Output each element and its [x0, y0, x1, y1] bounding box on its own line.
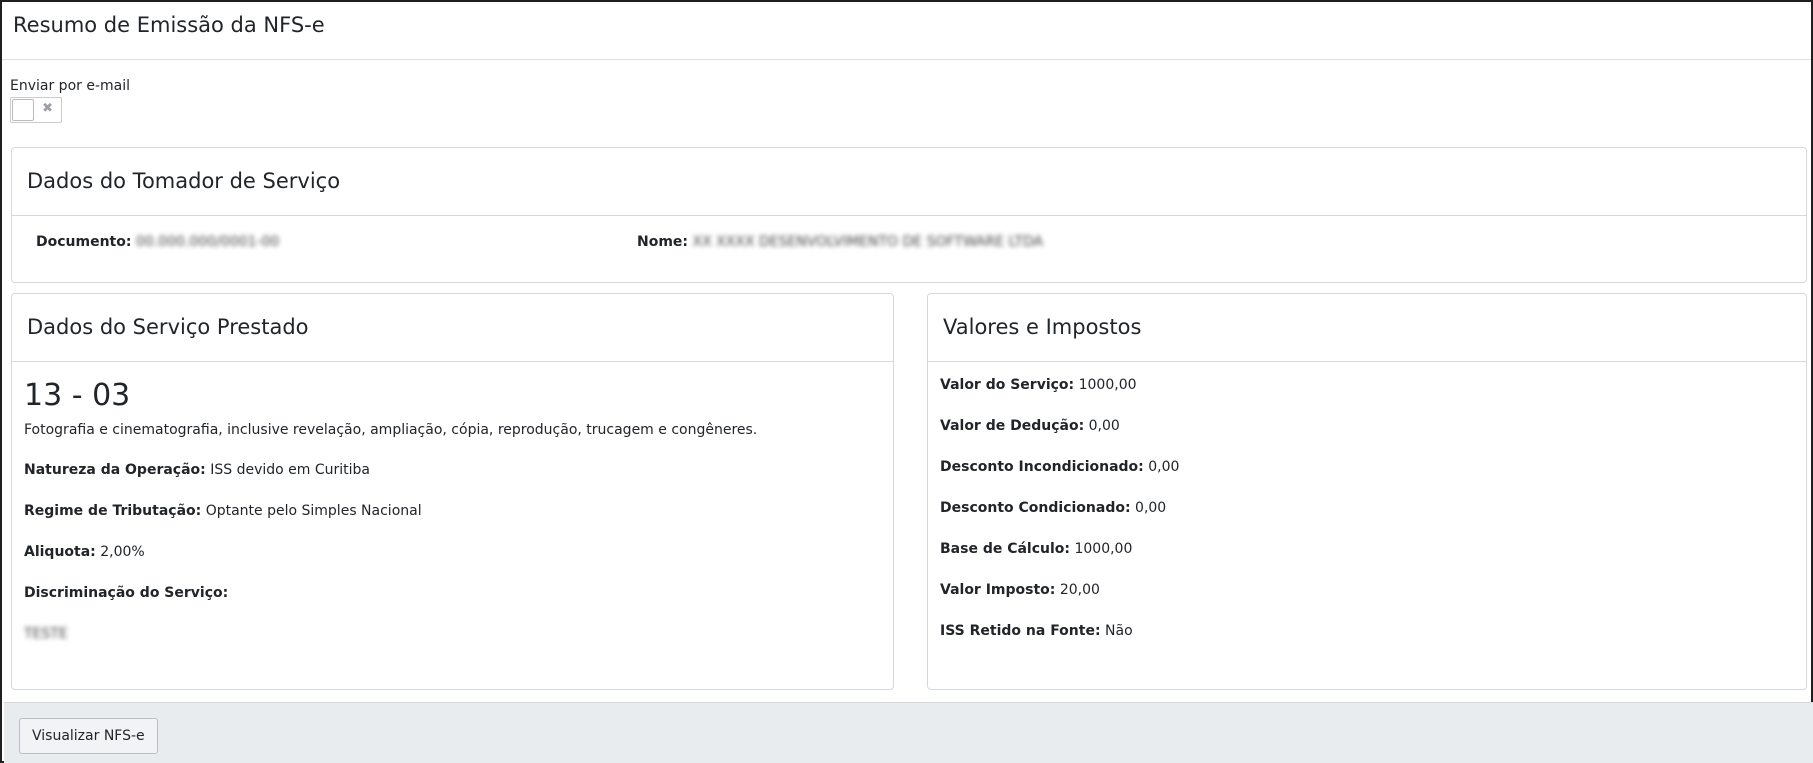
service-code: 13 - 03	[24, 378, 131, 413]
base-calculo-field: Base de Cálculo: 1000,00	[940, 539, 1794, 559]
documento-value: 00.000.000/0001-00	[135, 234, 280, 250]
nome-field: Nome: XX XXXX DESENVOLVIMENTO DE SOFTWAR…	[637, 232, 1043, 252]
iss-retido-value: Não	[1105, 623, 1133, 639]
nfse-summary-modal: Resumo de Emissão da NFS-e Enviar por e-…	[0, 0, 1813, 763]
servico-card: Dados do Serviço Prestado 13 - 03 Fotogr…	[11, 293, 894, 690]
service-description: Fotografia e cinematografia, inclusive r…	[24, 422, 758, 438]
valor-imposto-field: Valor Imposto: 20,00	[940, 580, 1794, 600]
view-nfse-button[interactable]: Visualizar NFS-e	[19, 718, 158, 754]
valores-title: Valores e Impostos	[943, 315, 1142, 339]
aliquota-field: Aliquota: 2,00%	[24, 542, 881, 562]
regime-value: Optante pelo Simples Nacional	[205, 503, 422, 519]
desconto-condicionado-field: Desconto Condicionado: 0,00	[940, 498, 1794, 518]
valor-imposto-label: Valor Imposto:	[940, 582, 1056, 598]
desconto-condicionado-value: 0,00	[1135, 500, 1167, 516]
tomador-card-header: Dados do Tomador de Serviço	[12, 148, 1806, 216]
aliquota-value: 2,00%	[100, 544, 145, 560]
valores-card: Valores e Impostos Valor do Serviço: 100…	[927, 293, 1807, 690]
regime-field: Regime de Tributação: Optante pelo Simpl…	[24, 501, 881, 521]
desconto-incondicionado-label: Desconto Incondicionado:	[940, 459, 1144, 475]
valores-card-body: Valor do Serviço: 1000,00 Valor de Deduç…	[928, 362, 1806, 678]
close-icon: ✖	[42, 101, 53, 116]
tomador-card: Dados do Tomador de Serviço Documento: 0…	[11, 147, 1807, 283]
desconto-incondicionado-value: 0,00	[1148, 459, 1180, 475]
modal-header: Resumo de Emissão da NFS-e	[2, 2, 1811, 60]
iss-retido-field: ISS Retido na Fonte: Não	[940, 621, 1794, 641]
iss-retido-label: ISS Retido na Fonte:	[940, 623, 1101, 639]
documento-label: Documento:	[36, 234, 132, 250]
valores-card-header: Valores e Impostos	[928, 294, 1806, 362]
send-email-toggle[interactable]: ✖	[10, 97, 62, 123]
tomador-card-body: Documento: 00.000.000/0001-00 Nome: XX X…	[12, 216, 1806, 274]
email-toggle-group: Enviar por e-mail ✖	[10, 78, 130, 123]
tomador-title: Dados do Tomador de Serviço	[27, 169, 341, 193]
discriminacao-label: Discriminação do Serviço:	[24, 585, 229, 601]
valor-imposto-value: 20,00	[1059, 582, 1100, 598]
regime-label: Regime de Tributação:	[24, 503, 202, 519]
servico-card-header: Dados do Serviço Prestado	[12, 294, 893, 362]
discriminacao-value: TESTE	[24, 626, 68, 642]
email-toggle-label: Enviar por e-mail	[10, 78, 130, 94]
desconto-incondicionado-field: Desconto Incondicionado: 0,00	[940, 457, 1794, 477]
documento-field: Documento: 00.000.000/0001-00	[36, 232, 279, 252]
nome-label: Nome:	[637, 234, 689, 250]
servico-title: Dados do Serviço Prestado	[27, 315, 309, 339]
valor-servico-value: 1000,00	[1078, 377, 1137, 393]
discriminacao-field: Discriminação do Serviço:	[24, 583, 881, 603]
servico-card-body: 13 - 03 Fotografia e cinematografia, inc…	[12, 362, 893, 660]
valor-deducao-field: Valor de Dedução: 0,00	[940, 416, 1794, 436]
modal-footer: Visualizar NFS-e	[4, 702, 1813, 763]
natureza-value: ISS devido em Curitiba	[210, 462, 371, 478]
valor-deducao-value: 0,00	[1088, 418, 1120, 434]
base-calculo-label: Base de Cálculo:	[940, 541, 1071, 557]
valor-deducao-label: Valor de Dedução:	[940, 418, 1085, 434]
aliquota-label: Aliquota:	[24, 544, 96, 560]
desconto-condicionado-label: Desconto Condicionado:	[940, 500, 1131, 516]
toggle-knob	[12, 99, 34, 121]
nome-value: XX XXXX DESENVOLVIMENTO DE SOFTWARE LTDA	[692, 234, 1044, 250]
valor-servico-label: Valor do Serviço:	[940, 377, 1075, 393]
base-calculo-value: 1000,00	[1074, 541, 1133, 557]
modal-title: Resumo de Emissão da NFS-e	[13, 13, 325, 37]
natureza-label: Natureza da Operação:	[24, 462, 206, 478]
natureza-field: Natureza da Operação: ISS devido em Curi…	[24, 460, 881, 480]
valor-servico-field: Valor do Serviço: 1000,00	[940, 375, 1794, 395]
